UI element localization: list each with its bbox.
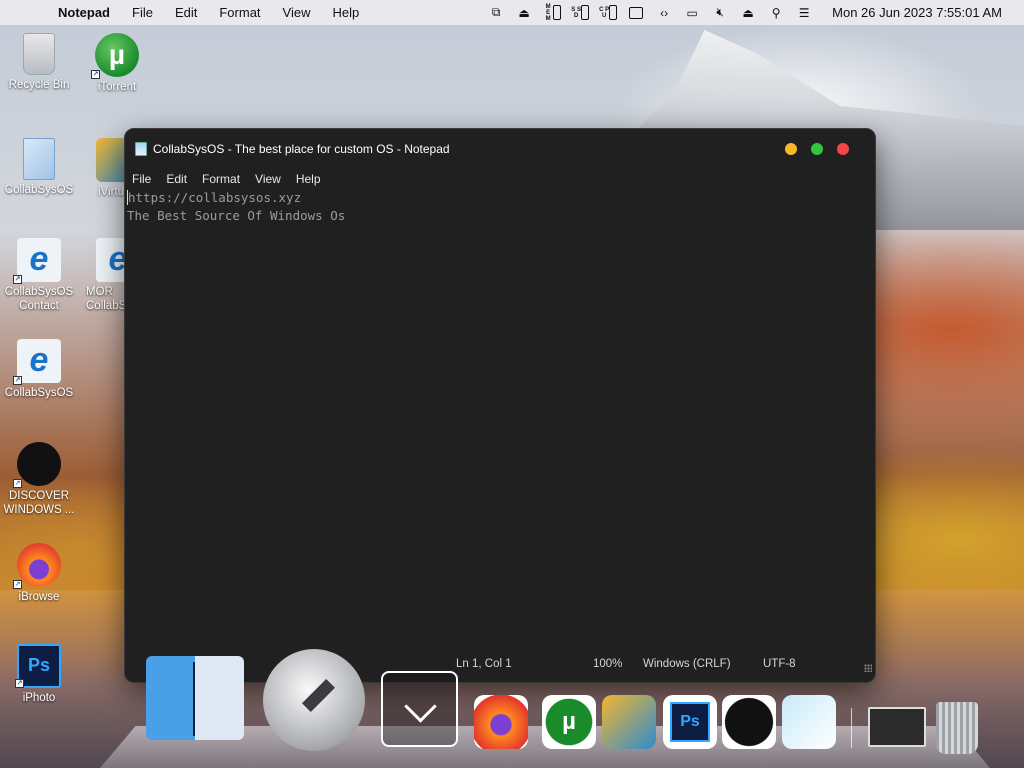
desktop-icon-label: Recycle Bin (8, 79, 70, 91)
window-menu-bar: File Edit Format View Help (125, 169, 875, 189)
virtualbox-icon (96, 138, 124, 182)
sidebar-icon[interactable] (626, 5, 646, 21)
resize-grip[interactable] (864, 664, 872, 672)
desktop-icon-label: iVirtu (98, 186, 124, 198)
dock-firefox-icon[interactable] (474, 695, 528, 749)
desktop-icon-label: CollabSysOS (4, 184, 74, 196)
dock-finder-icon[interactable] (146, 656, 244, 740)
menu-file[interactable]: File (132, 5, 153, 20)
window-menu-help[interactable]: Help (296, 172, 321, 186)
zoom-level: 100% (593, 658, 623, 670)
rocket-icon (302, 679, 335, 712)
folder-icon (23, 138, 55, 180)
close-button[interactable] (837, 143, 849, 155)
window-menu-edit[interactable]: Edit (166, 172, 187, 186)
photoshop-glyph: Ps (670, 702, 710, 742)
desktop-icon-label: CollabSysOS Contact (4, 286, 74, 312)
photoshop-icon: Ps ↗ (15, 644, 61, 688)
search-icon[interactable]: ⚲ (766, 5, 786, 21)
status-tray: ⧉ ⏏ M E M S S D C P U ‹› ▭ 🔇︎ ⏏ ⚲ ☰ (482, 4, 818, 22)
menu-help[interactable]: Help (332, 5, 359, 20)
window-title: CollabSysOS - The best place for custom … (153, 142, 450, 156)
editor-line: The Best Source Of Windows Os (127, 208, 346, 223)
desktop-icon-label: CollabSysOS (4, 387, 74, 399)
desktop-icon-collabsysos-folder[interactable]: CollabSysOS (0, 138, 78, 197)
network-icon[interactable]: ⧉ (486, 5, 506, 21)
dock-photoshop-icon[interactable]: Ps (663, 695, 717, 749)
eject-icon[interactable]: ⏏ (738, 5, 758, 21)
desktop-icon-label: iPhoto (22, 692, 56, 704)
menu-edit[interactable]: Edit (175, 5, 197, 20)
dock-apple-icon[interactable] (722, 695, 776, 749)
desktop-icon-recycle-bin[interactable]: Recycle Bin (0, 33, 78, 92)
desktop-icon-more-collabsysos[interactable]: e MOR CollabS (78, 238, 124, 313)
cpu-icon[interactable]: C P U (598, 5, 618, 21)
internet-explorer-icon: e (96, 238, 124, 282)
cursor-position: Ln 1, Col 1 (456, 658, 512, 670)
dock-utorrent-icon[interactable]: µ (542, 695, 596, 749)
display-icon[interactable]: ▭ (682, 5, 702, 21)
desktop-icon-label: iTorrent (97, 81, 137, 93)
window-menu-format[interactable]: Format (202, 172, 240, 186)
control-center-icon[interactable]: ☰ (794, 5, 814, 21)
text-editor-area[interactable]: https://collabsysos.xyz The Best Source … (127, 189, 873, 634)
ssd-icon[interactable]: S S D (570, 5, 590, 21)
dock-virtualbox-icon[interactable] (602, 695, 656, 749)
code-icon[interactable]: ‹› (654, 5, 674, 21)
menubar-clock[interactable]: Mon 26 Jun 2023 7:55:01 AM (832, 5, 1002, 20)
download-icon[interactable]: ⏏ (514, 5, 534, 21)
desktop-icon-itorrent[interactable]: µ ↗ iTorrent (78, 33, 156, 94)
desktop-icon-label: MOR CollabS (86, 286, 124, 312)
internet-explorer-icon: e ↗ (13, 238, 61, 284)
desktop-icon-ivirtu[interactable]: iVirtu (78, 138, 124, 199)
desktop-icon-iphoto[interactable]: Ps ↗ iPhoto (0, 644, 78, 705)
window-menu-file[interactable]: File (132, 172, 151, 186)
desktop-icon-label: iBrowse (18, 591, 60, 603)
dock-window-thumbnail[interactable] (868, 707, 926, 747)
editor-line: https://collabsysos.xyz (127, 190, 302, 205)
utorrent-icon: µ ↗ (91, 33, 139, 79)
dock-notepad-icon[interactable] (782, 695, 836, 749)
menu-view[interactable]: View (283, 5, 311, 20)
dock-launchpad-icon[interactable] (263, 649, 365, 751)
active-app-name[interactable]: Notepad (58, 5, 110, 20)
desktop-icon-collabsysos-web[interactable]: e ↗ CollabSysOS (0, 339, 78, 400)
menu-format[interactable]: Format (219, 5, 260, 20)
minimize-button[interactable] (785, 143, 797, 155)
mute-icon[interactable]: 🔇︎ (710, 5, 730, 21)
notepad-window[interactable]: CollabSysOS - The best place for custom … (124, 128, 876, 683)
desktop-icon-discover-windows[interactable]: ↗ DISCOVER WINDOWS ... (0, 442, 78, 517)
line-ending: Windows (CRLF) (643, 658, 731, 670)
internet-explorer-icon: e ↗ (13, 339, 61, 385)
desktop-icon-collabsysos-contact[interactable]: e ↗ CollabSysOS Contact (0, 238, 78, 313)
desktop-icon-ibrowse[interactable]: ↗ iBrowse (0, 543, 78, 604)
dock-trash-icon[interactable] (936, 702, 978, 754)
window-controls (785, 143, 849, 155)
dock-separator (851, 708, 852, 748)
firefox-icon: ↗ (13, 543, 61, 589)
apple-logo-icon: ↗ (13, 442, 61, 488)
notepad-icon (135, 142, 147, 156)
encoding: UTF-8 (763, 658, 796, 670)
top-menu-bar: Notepad File Edit Format View Help ⧉ ⏏ M… (0, 0, 1024, 25)
maximize-button[interactable] (811, 143, 823, 155)
dock-show-more-icon[interactable] (381, 671, 458, 747)
window-title-bar[interactable]: CollabSysOS - The best place for custom … (125, 129, 875, 169)
recycle-bin-icon (23, 33, 55, 75)
mem-icon[interactable]: M E M (542, 4, 562, 22)
window-menu-view[interactable]: View (255, 172, 281, 186)
desktop-icon-label: DISCOVER WINDOWS ... (3, 490, 75, 516)
